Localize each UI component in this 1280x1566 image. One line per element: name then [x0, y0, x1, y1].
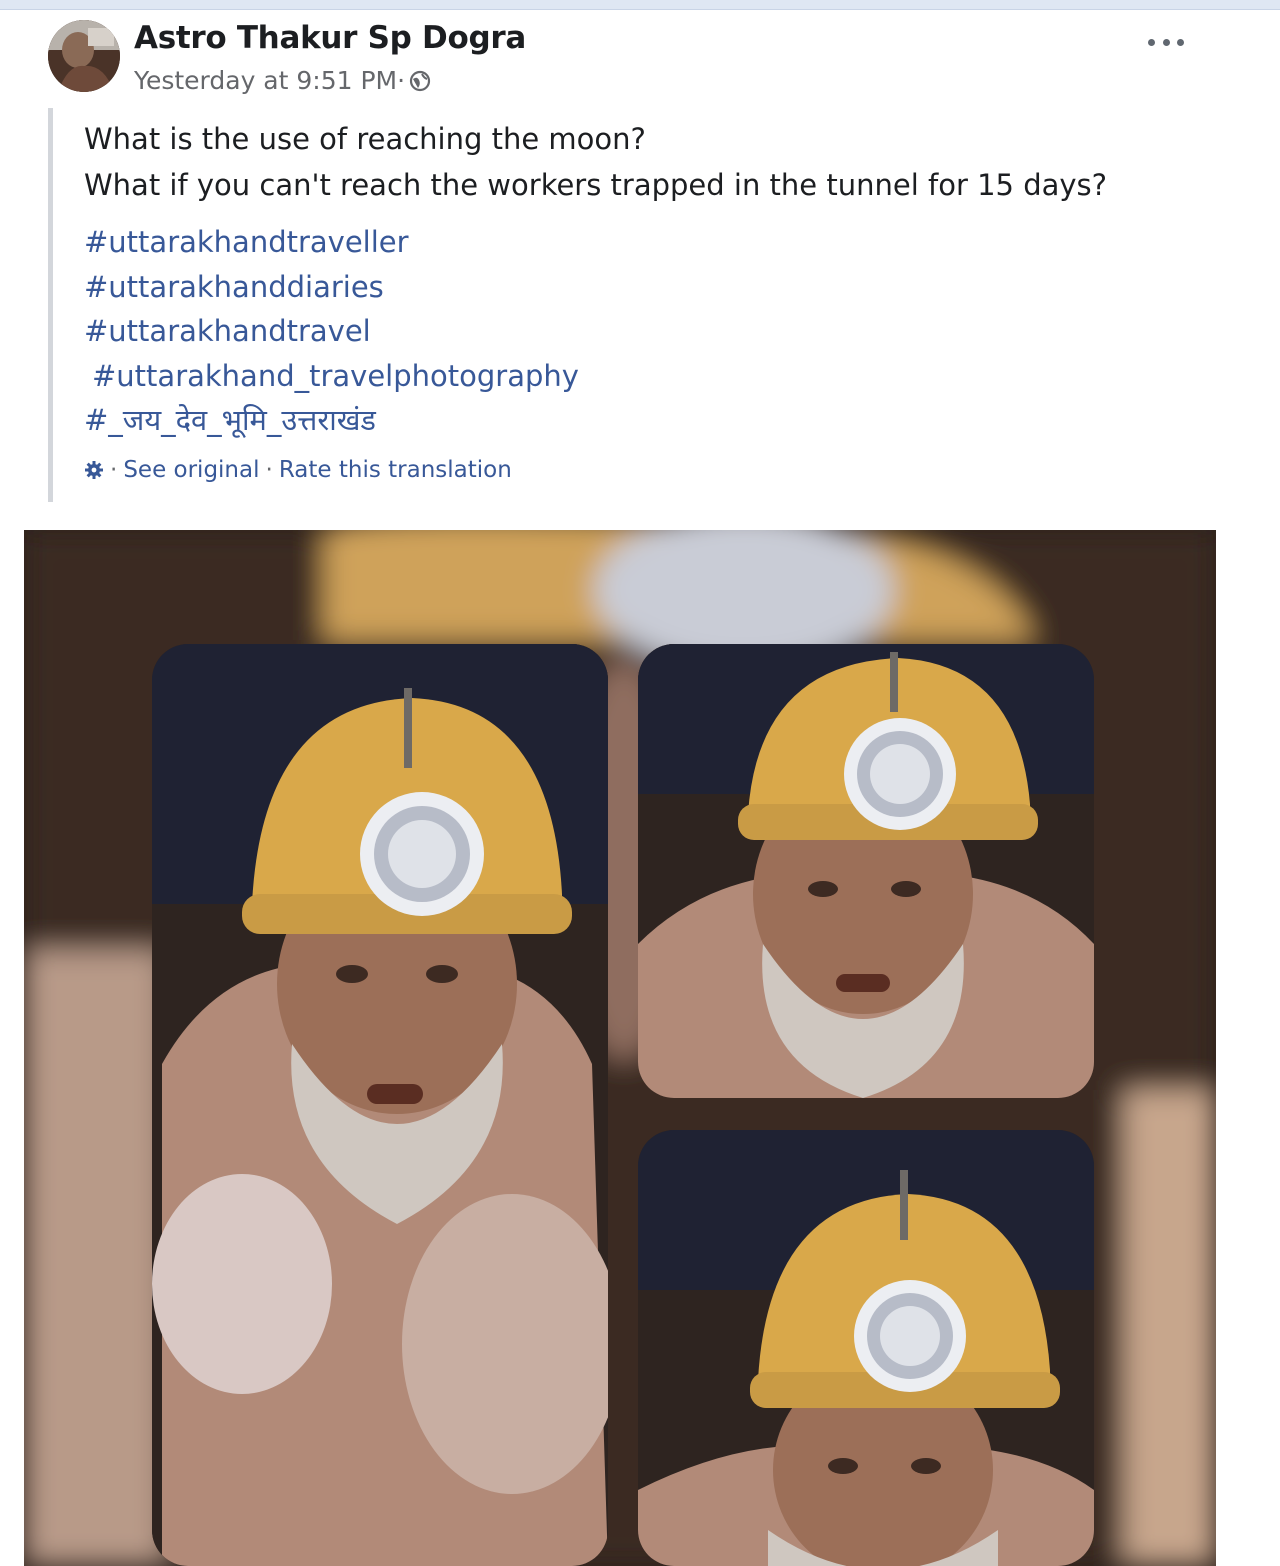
post-meta: Yesterday at 9:51 PM ·: [134, 66, 431, 95]
meta-separator: ·: [397, 66, 406, 95]
hashtag-link[interactable]: #_जय_देव_भूमि_उत्तराखंड: [84, 398, 1234, 443]
avatar[interactable]: [48, 20, 120, 92]
translation-dot: ·: [110, 456, 118, 483]
post-timestamp[interactable]: Yesterday at 9:51 PM: [134, 66, 397, 95]
window-top-strip: [0, 0, 1280, 10]
more-options-icon[interactable]: [1148, 30, 1184, 54]
translation-dot: ·: [265, 456, 273, 483]
post-line: What is the use of reaching the moon?: [84, 122, 646, 156]
hashtag-link[interactable]: #uttarakhandtraveller: [84, 220, 1234, 265]
worker-photo-top-right[interactable]: [638, 644, 1094, 1098]
hashtag-link[interactable]: #uttarakhand_travelphotography: [84, 354, 1234, 399]
hashtag-link[interactable]: #uttarakhandtravel: [84, 309, 1234, 354]
see-original-link[interactable]: See original: [123, 457, 259, 483]
post-photo[interactable]: [24, 530, 1216, 1566]
hashtag-link[interactable]: #uttarakhanddiaries: [84, 265, 1234, 310]
gear-icon[interactable]: [84, 460, 104, 480]
miner-illustration: [152, 644, 608, 1566]
translation-quote-bar: [48, 108, 53, 502]
author-name[interactable]: Astro Thakur Sp Dogra: [134, 20, 526, 56]
worker-photo-large[interactable]: [152, 644, 608, 1566]
post-line: What if you can't reach the workers trap…: [84, 168, 1108, 202]
globe-icon: [409, 70, 431, 91]
hashtag-list: #uttarakhandtraveller #uttarakhanddiarie…: [84, 220, 1234, 443]
post-text: What is the use of reaching the moon? Wh…: [84, 116, 1234, 483]
rate-translation-link[interactable]: Rate this translation: [279, 457, 512, 483]
post-header: Astro Thakur Sp Dogra Yesterday at 9:51 …: [48, 18, 1248, 98]
miner-illustration: [638, 1130, 1094, 1566]
translation-bar: · See original · Rate this translation: [84, 457, 1234, 483]
miner-illustration: [638, 644, 1094, 1098]
worker-photo-bottom-right[interactable]: [638, 1130, 1094, 1566]
